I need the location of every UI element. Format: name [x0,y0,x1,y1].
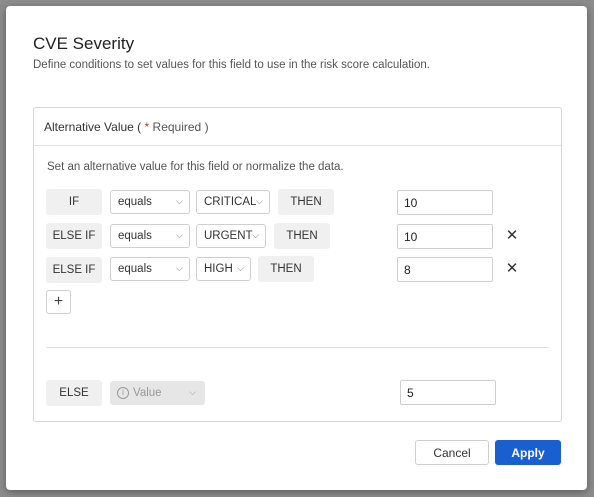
match-value: URGENT [204,230,253,242]
rule-value-input[interactable]: 8 [397,257,493,282]
chevron-down-icon: ⌵ [252,230,259,240]
operator-select[interactable]: equals ⌵ [110,224,190,248]
plus-icon: + [53,293,64,310]
panel-header: Alternative Value ( * Required ) [34,108,561,146]
rule-condition-label: ELSE IF [46,257,102,283]
match-select[interactable]: HIGH ⌵ [196,257,251,281]
operator-value: equals [118,196,152,208]
chevron-down-icon: ⌵ [176,230,183,240]
operator-select[interactable]: equals ⌵ [110,190,190,214]
then-label: THEN [274,223,330,249]
rule-value-input[interactable]: 10 [397,190,493,215]
chevron-down-icon: ⌵ [176,263,183,273]
else-type-select: i Value ⌵ [110,381,205,405]
else-type-placeholder: Value [133,387,162,399]
match-value: HIGH [204,263,233,275]
panel-label-text: Alternative Value ( [44,120,142,134]
else-value-input[interactable]: 5 [400,380,496,405]
dialog-subtitle: Define conditions to set values for this… [33,59,430,71]
match-value: CRITICAL [204,196,257,208]
else-label: ELSE [46,380,102,406]
rule-condition-label: IF [46,189,102,215]
chevron-down-icon: ⌵ [176,196,183,206]
cve-severity-dialog: CVE Severity Define conditions to set va… [6,6,587,490]
rule-value-input[interactable]: 10 [397,224,493,249]
then-label: THEN [278,189,334,215]
rule-condition-label: ELSE IF [46,223,102,249]
add-condition-button[interactable]: + [46,290,71,314]
panel-description: Set an alternative value for this field … [47,161,344,173]
match-select[interactable]: URGENT ⌵ [196,224,266,248]
then-label: THEN [258,256,314,282]
chevron-down-icon: ⌵ [237,263,244,273]
required-mark: * [144,120,150,134]
operator-select[interactable]: equals ⌵ [110,257,190,281]
panel-label: Alternative Value ( * Required ) [44,120,209,134]
divider [46,347,549,348]
operator-value: equals [118,263,152,275]
close-icon[interactable]: ✕ [505,228,519,243]
info-icon: i [117,387,129,399]
apply-button[interactable]: Apply [495,440,561,465]
cancel-button[interactable]: Cancel [415,440,489,465]
chevron-down-icon: ⌵ [256,196,263,206]
close-icon[interactable]: ✕ [505,261,519,276]
chevron-down-icon: ⌵ [189,387,196,397]
dialog-title: CVE Severity [33,34,135,53]
match-select[interactable]: CRITICAL ⌵ [196,190,270,214]
operator-value: equals [118,230,152,242]
alternative-value-panel: Alternative Value ( * Required ) Set an … [33,107,562,422]
required-text: Required ) [152,120,209,134]
